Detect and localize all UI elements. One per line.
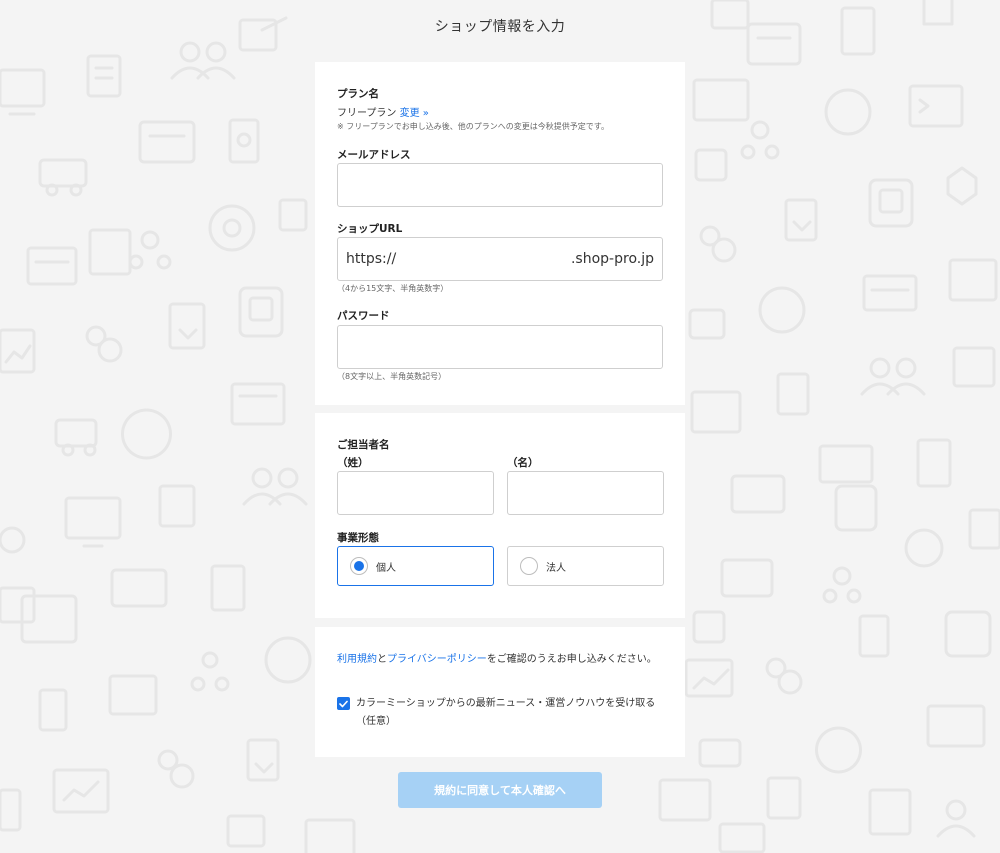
business-type-corporation-radio[interactable]: 法人 xyxy=(507,546,664,586)
radio-empty-icon xyxy=(520,557,538,575)
password-input[interactable] xyxy=(337,325,663,369)
checkmark-icon xyxy=(339,700,348,707)
shop-url-note: （4から15文字、半角英数字） xyxy=(337,284,449,293)
business-type-label: 事業形態 xyxy=(337,532,379,544)
plan-value-row: フリープラン 変更 » xyxy=(337,104,429,119)
plan-label: プラン名 xyxy=(337,88,379,100)
plan-change-link[interactable]: 変更 » xyxy=(400,108,429,119)
terms-text: 利用規約とプライバシーポリシーをご確認のうえお申し込みください。 xyxy=(337,651,663,669)
shop-url-input[interactable]: https:// .shop-pro.jp xyxy=(337,237,663,281)
newsletter-label: カラーミーショップからの最新ニュース・運営ノウハウを受け取る（任意） xyxy=(356,698,656,727)
radio-selected-icon xyxy=(350,557,368,575)
contact-card: ご担当者名 （姓） （名） 事業形態 個人 法人 xyxy=(315,413,685,618)
newsletter-checkbox[interactable] xyxy=(337,697,350,710)
shop-url-label: ショップURL xyxy=(337,223,403,235)
business-type-corporation-label: 法人 xyxy=(546,562,566,574)
privacy-policy-link[interactable]: プライバシーポリシー xyxy=(387,654,487,665)
business-type-individual-radio[interactable]: 個人 xyxy=(337,546,494,586)
plan-note: ※ フリープランでお申し込み後、他のプランへの変更は今秋提供予定です。 xyxy=(337,122,609,131)
page-title: ショップ情報を入力 xyxy=(434,19,566,35)
plan-value: フリープラン xyxy=(337,108,397,119)
email-input[interactable] xyxy=(337,163,663,207)
terms-link[interactable]: 利用規約 xyxy=(337,654,377,665)
newsletter-option[interactable]: カラーミーショップからの最新ニュース・運営ノウハウを受け取る（任意） xyxy=(337,695,663,731)
business-type-individual-label: 個人 xyxy=(376,562,396,574)
terms-card: 利用規約とプライバシーポリシーをご確認のうえお申し込みください。 カラーミーショ… xyxy=(315,627,685,757)
shop-url-prefix: https:// xyxy=(346,251,397,267)
contact-label: ご担当者名 xyxy=(337,439,390,451)
first-name-input[interactable] xyxy=(507,471,664,515)
terms-and: と xyxy=(377,654,387,665)
last-name-input[interactable] xyxy=(337,471,494,515)
agree-submit-button[interactable]: 規約に同意して本人確認へ xyxy=(398,772,602,808)
password-label: パスワード xyxy=(337,310,390,322)
shop-url-suffix: .shop-pro.jp xyxy=(570,251,654,267)
last-name-label: （姓） xyxy=(337,457,369,469)
email-label: メールアドレス xyxy=(337,149,411,161)
password-note: （8文字以上、半角英数記号） xyxy=(337,372,447,381)
first-name-label: （名） xyxy=(507,457,539,469)
shop-info-card: プラン名 フリープラン 変更 » ※ フリープランでお申し込み後、他のプランへの… xyxy=(315,62,685,405)
terms-suffix: をご確認のうえお申し込みください。 xyxy=(486,654,657,665)
